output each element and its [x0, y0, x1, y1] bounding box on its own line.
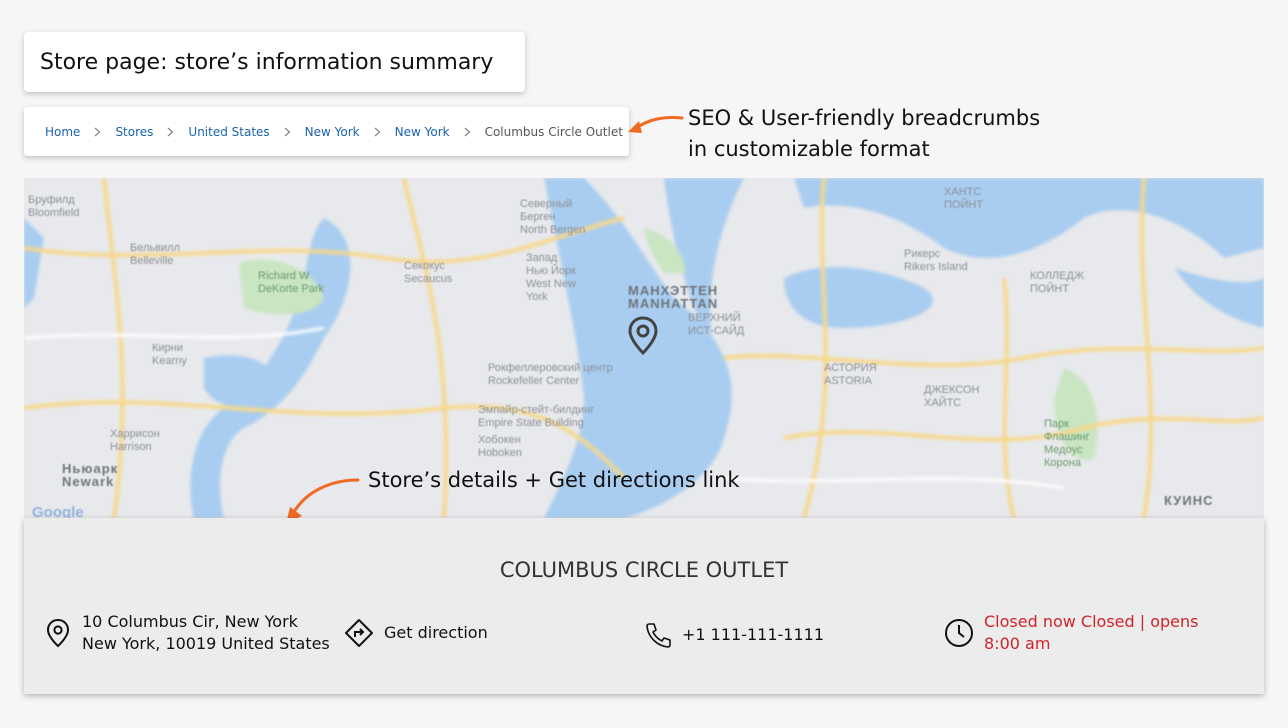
map-label: Парк Флашинг Медоус Корона	[1044, 418, 1090, 469]
address-line-1: 10 Columbus Cir, New York	[82, 612, 298, 631]
clock-icon	[944, 618, 974, 648]
map-label: КУИНС	[1164, 493, 1214, 508]
breadcrumb-item-state-new-york[interactable]: New York	[305, 125, 360, 139]
breadcrumb-item-stores[interactable]: Stores	[115, 125, 153, 139]
map-label: Ньюарк Newark	[62, 461, 119, 489]
chevron-right-icon	[374, 127, 381, 137]
map-label: ХАНТС ПОЙНТ	[944, 186, 984, 211]
breadcrumb-item-united-states[interactable]: United States	[188, 125, 269, 139]
breadcrumb-item-city-new-york[interactable]: New York	[395, 125, 450, 139]
map-pin-icon[interactable]	[626, 316, 660, 356]
chevron-right-icon	[464, 127, 471, 137]
location-pin-icon	[44, 618, 72, 648]
map-label: МАНХЭТТЕН MANHATTAN	[628, 283, 719, 311]
details-callout: Store’s details + Get directions link	[368, 468, 740, 492]
map-label: КОЛЛЕДЖ ПОЙНТ	[1030, 270, 1085, 295]
address-line-2: New York, 10019 United States	[82, 634, 330, 653]
map-label: Рикерс Rikers Island	[904, 248, 968, 273]
hours-status-line-1: Closed now Closed | opens	[984, 612, 1199, 631]
breadcrumb-item-home[interactable]: Home	[45, 125, 80, 139]
store-address: 10 Columbus Cir, New York New York, 1001…	[44, 611, 330, 655]
map-label: Richard W DeKorte Park	[258, 270, 325, 295]
map-label: Запад Нью Йорк West New York	[526, 252, 576, 303]
map-label: ДЖЕКСОН ХАЙТС	[924, 384, 980, 409]
map-label: Бруфилд Bloomfield	[28, 194, 80, 219]
page-title-card: Store page: store’s information summary	[24, 32, 525, 92]
get-direction-link[interactable]: Get direction	[344, 618, 488, 648]
direction-icon	[344, 618, 374, 648]
page-title: Store page: store’s information summary	[40, 49, 494, 75]
chevron-right-icon	[167, 127, 174, 137]
hours-status-line-2: 8:00 am	[984, 634, 1051, 653]
get-direction-label[interactable]: Get direction	[384, 622, 488, 644]
phone-number[interactable]: +1 111-111-1111	[682, 624, 824, 646]
map-label: Хобокен Hoboken	[478, 434, 523, 459]
store-hours: Closed now Closed | opens 8:00 am	[944, 611, 1199, 655]
breadcrumbs-callout: SEO & User-friendly breadcrumbs in custo…	[688, 103, 1128, 165]
map-label: Харрисон Harrison	[110, 428, 160, 453]
store-phone[interactable]: +1 111-111-1111	[644, 622, 824, 648]
breadcrumb: Home Stores United States New York New Y…	[24, 107, 629, 156]
breadcrumbs-callout-line1: SEO & User-friendly breadcrumbs	[688, 106, 1041, 130]
map-label: Секокус Secaucus	[404, 260, 453, 285]
chevron-right-icon	[284, 127, 291, 137]
map-label: Кирни Kearny	[152, 342, 187, 367]
map-label: ВЕРХНИЙ ИСТ-САЙД	[688, 312, 745, 337]
map-label: Рокфеллеровский центр Rockefeller Center	[488, 362, 613, 387]
store-name: COLUMBUS CIRCLE OUTLET	[499, 558, 789, 582]
phone-icon	[644, 622, 672, 648]
google-logo: Google	[32, 504, 84, 518]
map-label: Северный Берген North Bergen	[520, 198, 586, 236]
store-details-panel: COLUMBUS CIRCLE OUTLET 10 Columbus Cir, …	[24, 518, 1264, 694]
chevron-right-icon	[94, 127, 101, 137]
breadcrumbs-callout-line2: in customizable format	[688, 137, 930, 161]
map-label: Эмпайр-стейт-билдинг Empire State Buildi…	[478, 404, 595, 429]
map-label: АСТОРИЯ ASTORIA	[824, 362, 877, 387]
map-label: Бельвилл Belleville	[130, 242, 180, 267]
arrow-icon	[628, 116, 684, 133]
breadcrumb-item-current: Columbus Circle Outlet	[484, 124, 623, 139]
